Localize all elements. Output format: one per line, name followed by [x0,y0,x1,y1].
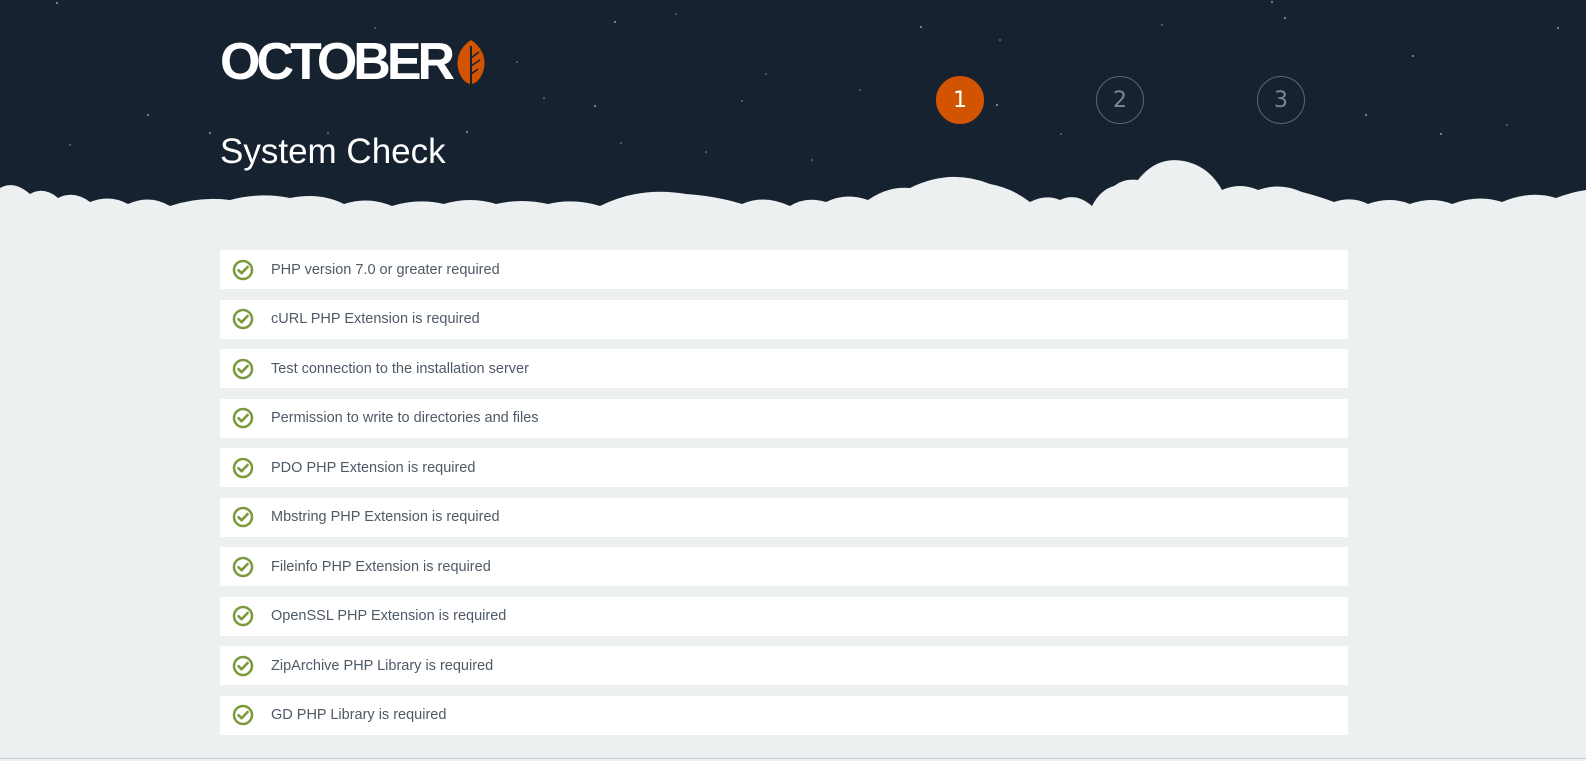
check-label: OpenSSL PHP Extension is required [271,608,507,624]
check-label: GD PHP Library is required [271,707,447,723]
check-circle-icon [232,358,254,379]
check-label: ZipArchive PHP Library is required [271,657,494,674]
check-item-openssl: OpenSSL PHP Extension is required [220,596,1348,636]
check-circle-icon [232,655,254,676]
check-label: Mbstring PHP Extension is required [271,509,500,525]
check-label: Test connection to the installation serv… [271,360,529,377]
page-title: System Check [220,132,446,171]
check-item-permissions: Permission to write to directories and f… [220,398,1348,438]
october-logo: OCTOBER [220,36,489,88]
check-circle-icon [232,457,254,478]
step-3-indicator: 3 [1257,76,1305,124]
check-label: Fileinfo PHP Extension is required [271,558,491,575]
check-item-php-version: PHP version 7.0 or greater required [220,250,1348,289]
check-item-connection: Test connection to the installation serv… [220,349,1348,388]
check-item-fileinfo: Fileinfo PHP Extension is required [220,547,1348,586]
check-circle-icon [232,407,254,429]
check-circle-icon [232,308,254,330]
check-item-ziparchive: ZipArchive PHP Library is required [220,646,1348,685]
check-label: PHP version 7.0 or greater required [271,261,500,278]
check-item-curl: cURL PHP Extension is required [220,299,1348,339]
check-circle-icon [232,506,254,528]
check-label: cURL PHP Extension is required [271,311,480,327]
check-circle-icon [232,704,254,726]
check-circle-icon [232,556,254,577]
system-check-list: PHP version 7.0 or greater required cURL… [220,250,1348,745]
check-item-pdo: PDO PHP Extension is required [220,448,1348,487]
step-1-indicator: 1 [936,76,984,124]
installer-header: OCTOBER System Check 1 2 3 [0,0,1586,230]
check-circle-icon [232,605,254,627]
check-label: Permission to write to directories and f… [271,410,539,426]
bottom-divider [0,758,1586,759]
step-2-indicator: 2 [1096,76,1144,124]
logo-wordmark: OCTOBER [220,33,455,91]
check-circle-icon [232,259,254,280]
check-item-mbstring: Mbstring PHP Extension is required [220,497,1348,537]
leaf-icon [457,40,485,84]
check-label: PDO PHP Extension is required [271,459,476,476]
check-item-gd: GD PHP Library is required [220,695,1348,735]
